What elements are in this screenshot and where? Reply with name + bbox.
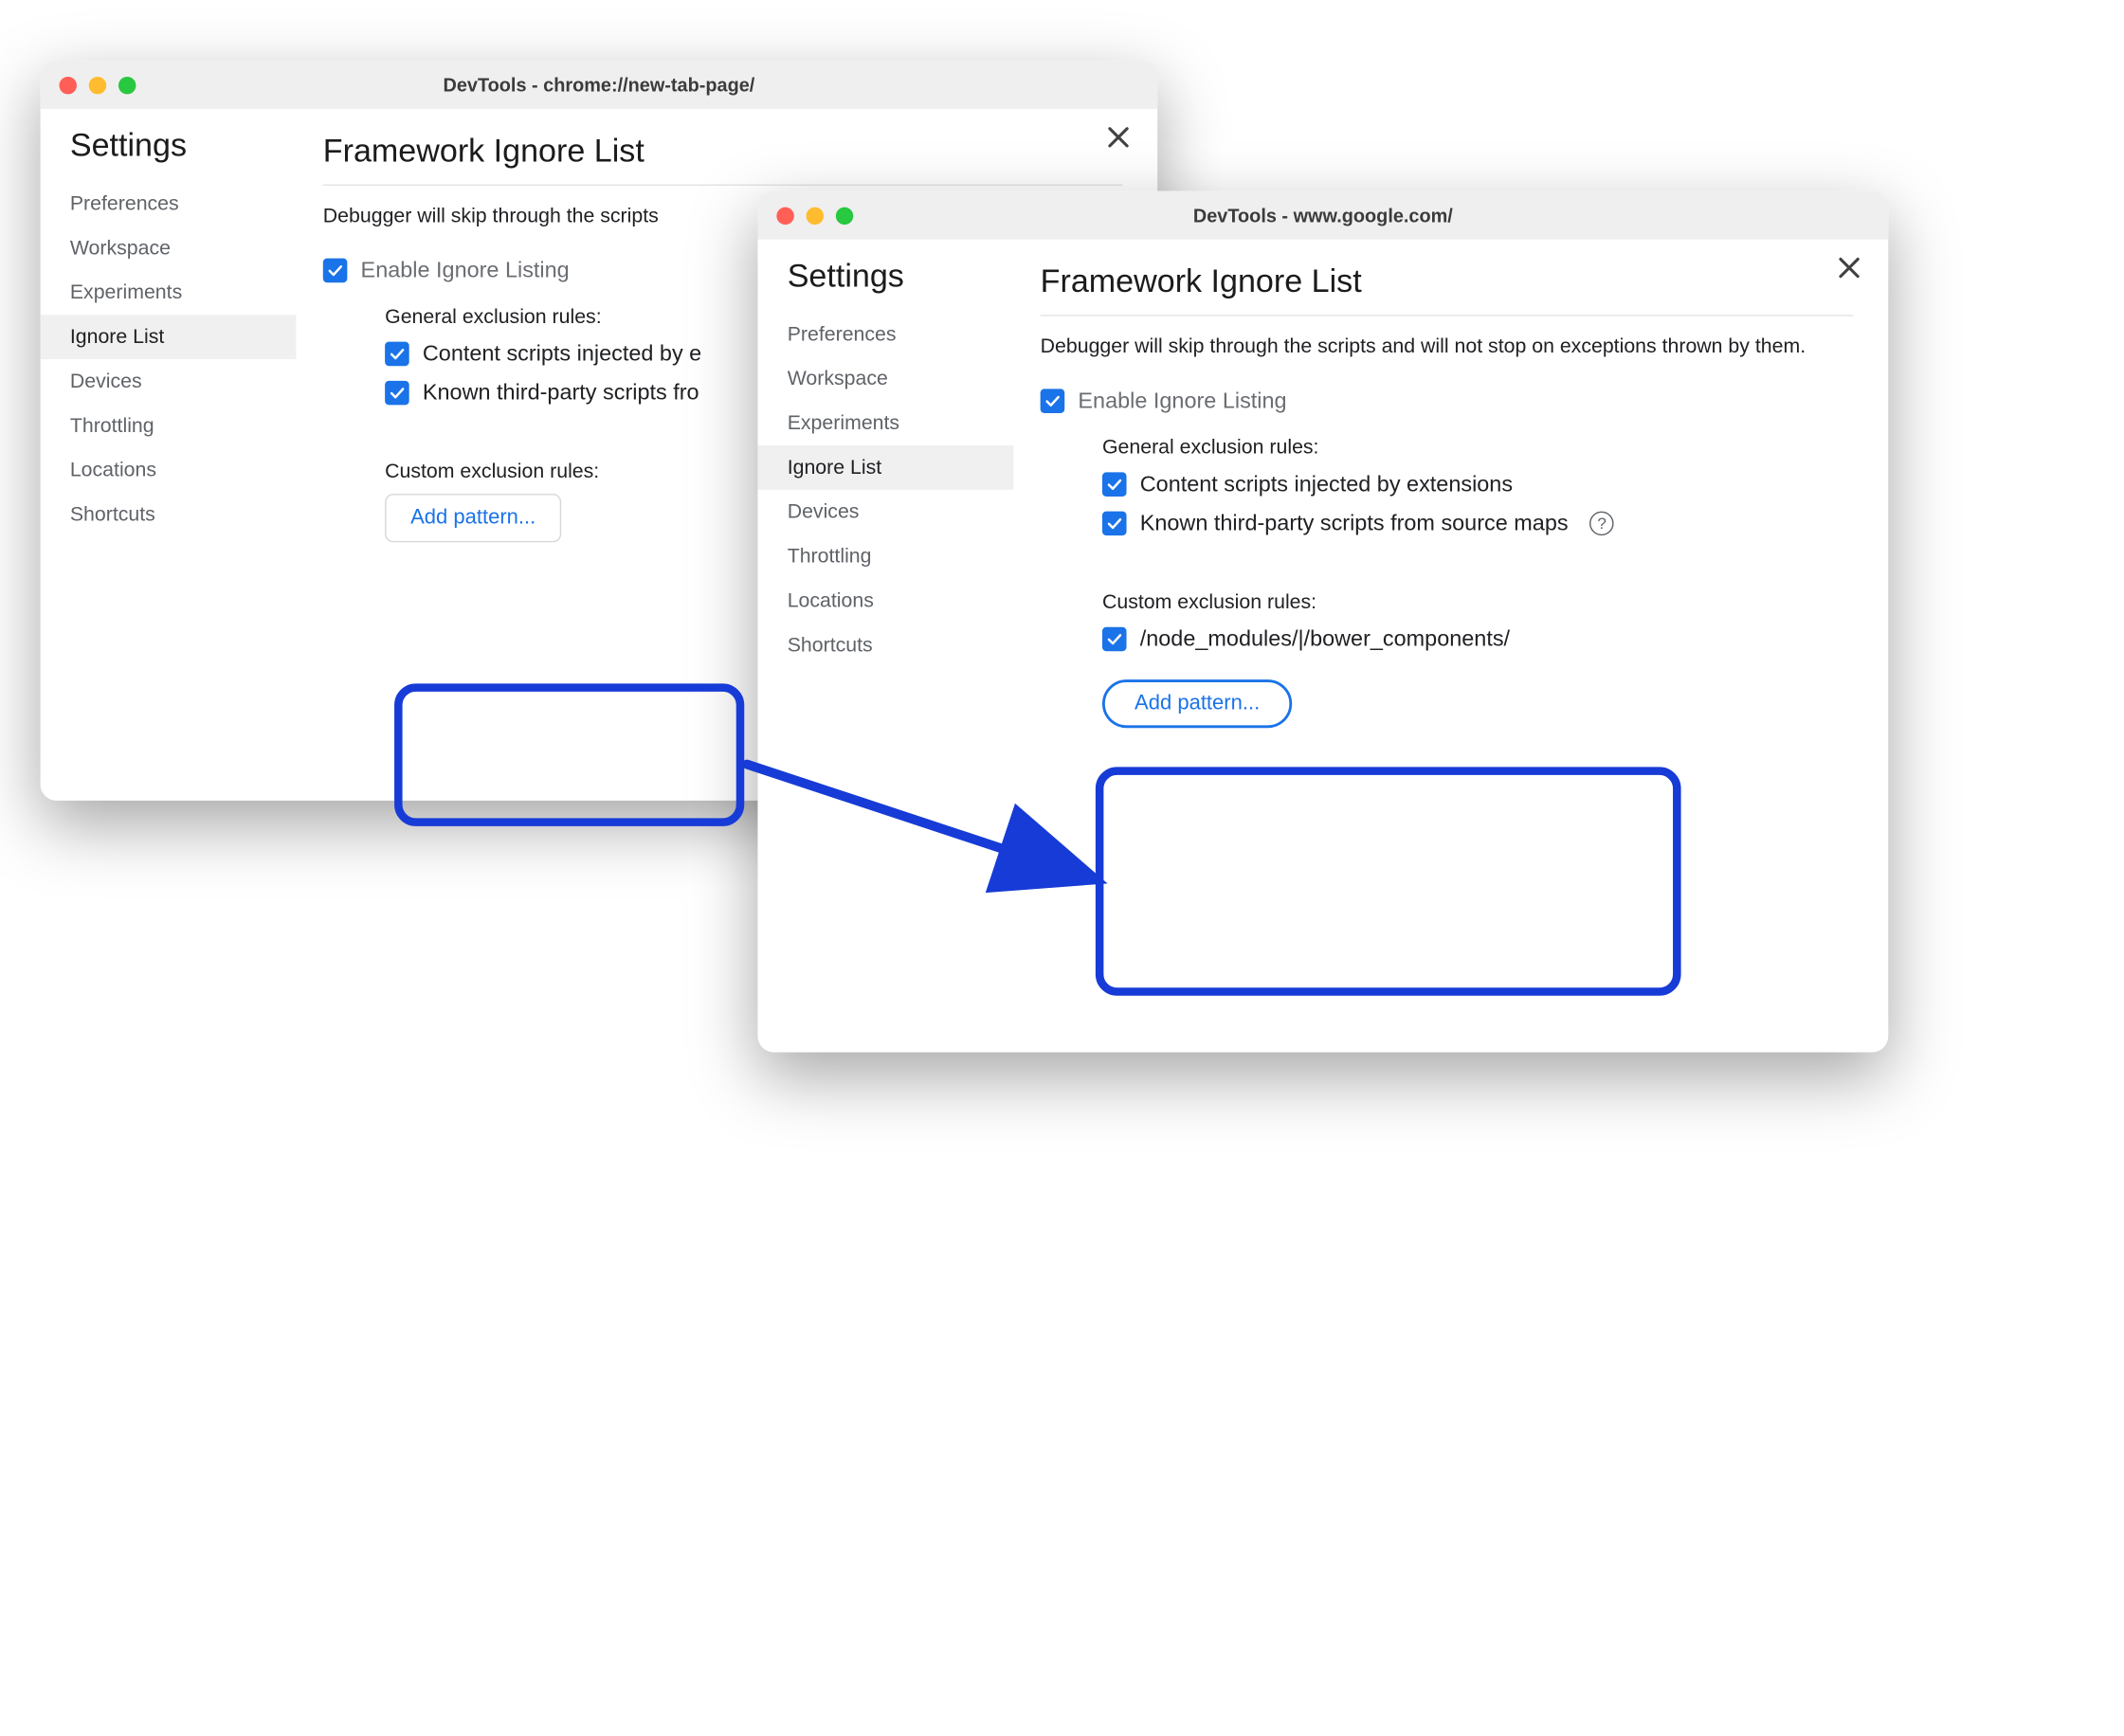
sidebar-item-preferences[interactable]: Preferences xyxy=(757,312,1013,356)
custom-pattern-checkbox[interactable] xyxy=(1102,627,1127,652)
rule-third-party-label: Known third-party scripts fro xyxy=(423,381,699,407)
close-window-icon[interactable] xyxy=(776,207,793,224)
rule-content-scripts-label: Content scripts injected by e xyxy=(423,341,701,367)
rule-third-party-label: Known third-party scripts from source ma… xyxy=(1140,511,1569,536)
maximize-window-icon[interactable] xyxy=(118,76,136,93)
checkmark-icon xyxy=(388,345,407,364)
maximize-window-icon[interactable] xyxy=(836,207,853,224)
minimize-window-icon[interactable] xyxy=(89,76,106,93)
panel-heading: Framework Ignore List xyxy=(1041,263,1854,316)
sidebar-item-locations[interactable]: Locations xyxy=(41,448,297,493)
sidebar-title: Settings xyxy=(41,128,297,182)
add-pattern-button[interactable]: Add pattern... xyxy=(1102,679,1292,728)
minimize-window-icon[interactable] xyxy=(807,207,824,224)
annotation-callout-left xyxy=(394,683,744,826)
help-icon[interactable]: ? xyxy=(1589,512,1614,536)
sidebar-item-devices[interactable]: Devices xyxy=(41,359,297,404)
sidebar-item-workspace[interactable]: Workspace xyxy=(41,226,297,271)
sidebar-item-throttling[interactable]: Throttling xyxy=(41,404,297,448)
sidebar-item-ignore-list[interactable]: Ignore List xyxy=(757,445,1013,490)
annotation-callout-right xyxy=(1096,767,1681,995)
add-pattern-button[interactable]: Add pattern... xyxy=(385,494,561,542)
enable-ignore-listing-row[interactable]: Enable Ignore Listing xyxy=(1041,389,1854,414)
checkmark-icon xyxy=(326,262,345,280)
sidebar-title: Settings xyxy=(757,259,1013,313)
sidebar-item-devices[interactable]: Devices xyxy=(757,490,1013,534)
checkmark-icon xyxy=(1105,630,1124,649)
rule-content-scripts-checkbox[interactable] xyxy=(385,342,409,367)
custom-pattern-row[interactable]: /node_modules/|/bower_components/ xyxy=(1102,626,1853,652)
titlebar: DevTools - www.google.com/ xyxy=(757,191,1888,240)
sidebar-item-shortcuts[interactable]: Shortcuts xyxy=(757,623,1013,667)
panel-description: Debugger will skip through the scripts a… xyxy=(1041,333,1854,362)
checkmark-icon xyxy=(1044,392,1062,411)
close-panel-button[interactable] xyxy=(1103,122,1133,152)
checkmark-icon xyxy=(1105,476,1124,495)
settings-sidebar: Settings Preferences Workspace Experimen… xyxy=(41,109,297,801)
settings-sidebar: Settings Preferences Workspace Experimen… xyxy=(757,240,1013,1053)
enable-ignore-checkbox[interactable] xyxy=(323,259,348,283)
sidebar-item-preferences[interactable]: Preferences xyxy=(41,182,297,226)
rule-content-scripts-label: Content scripts injected by extensions xyxy=(1140,472,1513,497)
checkmark-icon xyxy=(1105,515,1124,533)
enable-ignore-label: Enable Ignore Listing xyxy=(361,258,570,283)
close-window-icon[interactable] xyxy=(59,76,76,93)
rule-content-scripts-checkbox[interactable] xyxy=(1102,473,1127,497)
close-icon xyxy=(1103,122,1133,152)
general-rules-heading: General exclusion rules: xyxy=(1102,436,1853,459)
titlebar: DevTools - chrome://new-tab-page/ xyxy=(41,61,1158,109)
traffic-lights xyxy=(59,76,136,93)
window-title: DevTools - www.google.com/ xyxy=(757,205,1888,226)
checkmark-icon xyxy=(388,384,407,403)
rule-third-party-checkbox[interactable] xyxy=(1102,512,1127,536)
close-icon xyxy=(1834,253,1863,282)
enable-ignore-label: Enable Ignore Listing xyxy=(1078,389,1286,414)
close-panel-button[interactable] xyxy=(1834,253,1863,282)
sidebar-item-locations[interactable]: Locations xyxy=(757,579,1013,624)
sidebar-item-ignore-list[interactable]: Ignore List xyxy=(41,315,297,359)
custom-pattern-text: /node_modules/|/bower_components/ xyxy=(1140,626,1510,652)
rule-content-scripts-row[interactable]: Content scripts injected by extensions xyxy=(1102,472,1853,497)
rule-third-party-row[interactable]: Known third-party scripts from source ma… xyxy=(1102,511,1853,536)
window-title: DevTools - chrome://new-tab-page/ xyxy=(41,74,1158,96)
sidebar-item-throttling[interactable]: Throttling xyxy=(757,534,1013,579)
sidebar-item-experiments[interactable]: Experiments xyxy=(41,270,297,315)
sidebar-item-experiments[interactable]: Experiments xyxy=(757,401,1013,445)
panel-heading: Framework Ignore List xyxy=(323,134,1122,186)
rule-third-party-checkbox[interactable] xyxy=(385,381,409,406)
sidebar-item-shortcuts[interactable]: Shortcuts xyxy=(41,493,297,537)
sidebar-item-workspace[interactable]: Workspace xyxy=(757,356,1013,401)
custom-rules-heading: Custom exclusion rules: xyxy=(1102,590,1853,613)
enable-ignore-checkbox[interactable] xyxy=(1041,389,1065,414)
traffic-lights xyxy=(776,207,853,224)
